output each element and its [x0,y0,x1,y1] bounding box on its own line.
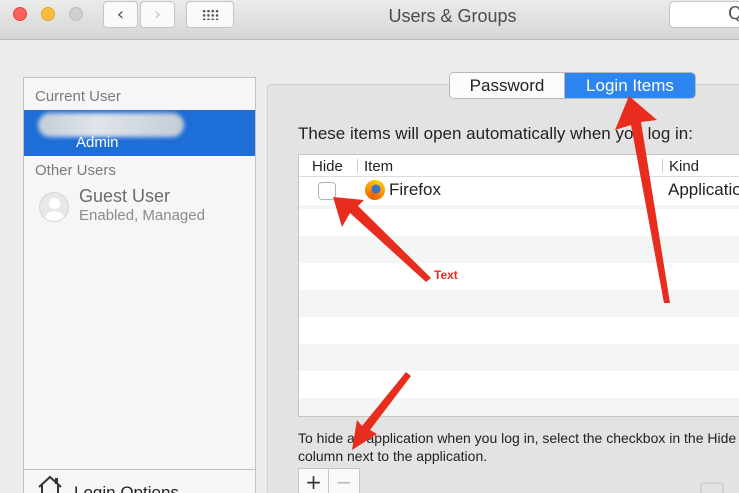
search-field[interactable]: Q [669,1,739,28]
window-toolbar: ‹ › Users & Groups Q [0,0,739,40]
chevron-right-icon: › [153,4,162,25]
login-items-intro: These items will open automatically when… [298,124,693,143]
current-user-heading: Current User [35,88,121,105]
close-window-button[interactable] [13,7,27,21]
login-options-label: Login Options [74,483,179,493]
item-kind: Application [668,180,739,199]
table-header: Hide Item Kind [299,155,739,177]
guest-user-name[interactable]: Guest User [79,186,170,207]
add-remove-control: + − [298,468,360,493]
help-text-line-2: column next to the application. [298,448,488,464]
firefox-icon [365,180,385,200]
add-item-button[interactable]: + [299,469,329,493]
login-items-table: Hide Item Kind Firefox Application [298,154,739,417]
tab-bar: Password Login Items [449,72,696,99]
table-row[interactable]: Firefox Application [299,178,739,205]
zoom-window-button[interactable] [69,7,83,21]
remove-item-button[interactable]: − [329,469,359,493]
guest-user-status: Enabled, Managed [79,207,205,224]
house-icon [38,475,62,493]
hide-checkbox[interactable] [318,182,336,200]
back-button[interactable]: ‹ [103,1,138,28]
tab-password[interactable]: Password [450,73,565,98]
search-icon: Q [728,3,739,24]
column-header-item[interactable]: Item [364,158,393,175]
hide-help-text: To hide an application when you log in, … [298,429,739,465]
minimize-window-button[interactable] [41,7,55,21]
window-title: Users & Groups [388,6,517,26]
annotation-label: Text [434,268,458,282]
current-user-row[interactable]: Admin [24,110,255,156]
item-name: Firefox [389,180,441,199]
user-list: Current User Admin Other Users Guest Use… [23,77,256,493]
show-all-button[interactable] [186,1,234,28]
guest-avatar [39,192,69,222]
help-text-line-1: To hide an application when you log in, … [298,430,737,446]
tab-login-items[interactable]: Login Items [565,73,695,98]
current-user-role: Admin [76,134,119,151]
forward-button[interactable]: › [140,1,175,28]
lock-icon[interactable] [700,482,724,493]
grid-icon [201,9,219,20]
login-options-row[interactable]: Login Options [24,469,255,493]
chevron-left-icon: ‹ [116,4,125,25]
column-header-hide[interactable]: Hide [312,158,343,175]
other-users-heading: Other Users [35,162,116,179]
column-header-kind[interactable]: Kind [669,158,699,175]
